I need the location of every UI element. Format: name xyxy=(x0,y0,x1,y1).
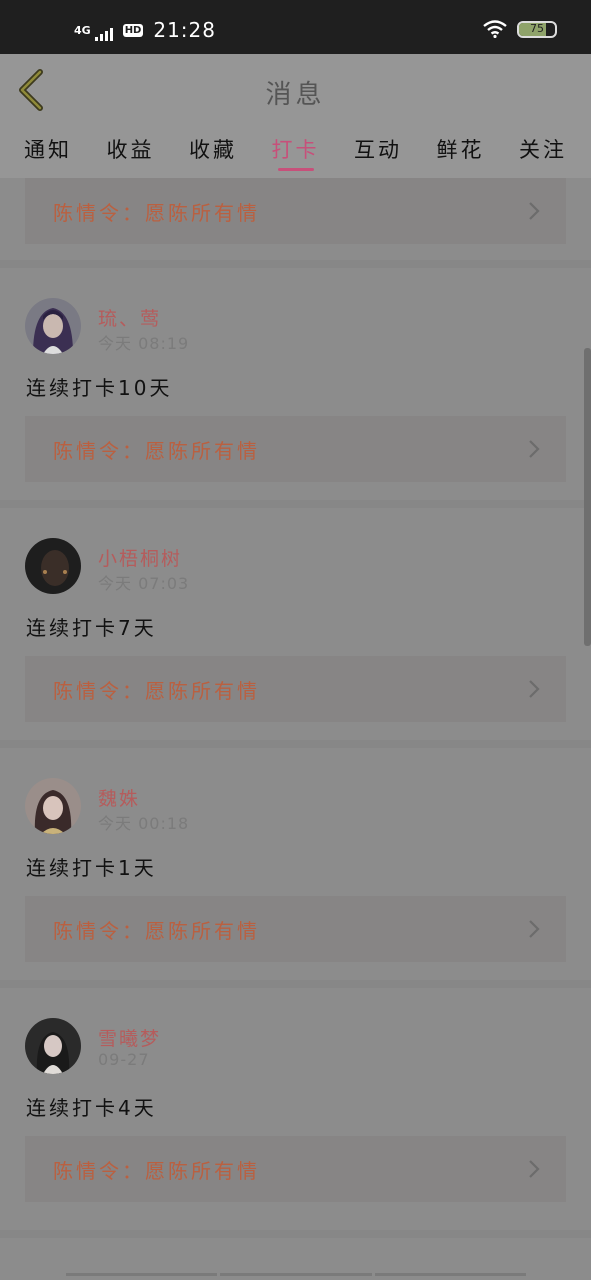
tab-bar: 通知 收益 收藏 打卡 互动 鲜花 关注 xyxy=(0,128,591,178)
avatar[interactable] xyxy=(25,538,81,594)
checkin-message: 连续打卡4天 xyxy=(26,1096,157,1120)
status-left: 4G HD 21:28 xyxy=(74,18,216,42)
status-right: 75 xyxy=(483,20,557,38)
tab-interactions[interactable]: 互动 xyxy=(354,128,402,178)
tab-checkin[interactable]: 打卡 xyxy=(272,128,320,178)
timestamp: 今天 08:19 xyxy=(98,334,190,353)
wifi-icon xyxy=(483,20,507,38)
avatar[interactable] xyxy=(25,298,81,354)
list-item: 雪曦梦 09-27 连续打卡4天 陈情令：愿陈所有情 xyxy=(0,988,591,1238)
checkin-message: 连续打卡7天 xyxy=(26,616,157,640)
book-link[interactable]: 陈情令：愿陈所有情 xyxy=(25,416,566,482)
book-link[interactable]: 陈情令：愿陈所有情 xyxy=(25,896,566,962)
list-item: 琉、莺 今天 08:19 连续打卡10天 陈情令：愿陈所有情 xyxy=(0,268,591,508)
hd-badge: HD xyxy=(122,23,144,37)
chevron-right-icon xyxy=(529,1160,540,1178)
scrollbar[interactable] xyxy=(584,348,591,646)
tab-flowers[interactable]: 鲜花 xyxy=(437,128,485,178)
chevron-right-icon xyxy=(529,920,540,938)
tab-earnings[interactable]: 收益 xyxy=(107,128,155,178)
app-header: 消息 xyxy=(0,54,591,128)
list-item: 魏姝 今天 00:18 连续打卡1天 陈情令：愿陈所有情 xyxy=(0,748,591,988)
book-link-text: 陈情令：愿陈所有情 xyxy=(53,678,260,703)
book-link-text: 陈情令：愿陈所有情 xyxy=(53,918,260,943)
timestamp: 09-27 xyxy=(98,1050,150,1069)
book-link-text: 陈情令：愿陈所有情 xyxy=(53,200,260,225)
book-link[interactable]: 陈情令：愿陈所有情 xyxy=(25,656,566,722)
avatar[interactable] xyxy=(25,1018,81,1074)
user-name[interactable]: 魏姝 xyxy=(98,784,140,811)
battery-icon: 75 xyxy=(517,20,557,38)
list-item: 小梧桐树 今天 07:03 连续打卡7天 陈情令：愿陈所有情 xyxy=(0,508,591,748)
avatar[interactable] xyxy=(25,778,81,834)
battery-level: 75 xyxy=(530,21,544,35)
signal-icon xyxy=(94,27,113,41)
tab-following[interactable]: 关注 xyxy=(519,128,567,178)
user-name[interactable]: 琉、莺 xyxy=(98,304,161,331)
chevron-right-icon xyxy=(529,440,540,458)
timestamp: 今天 00:18 xyxy=(98,814,190,833)
message-list: 陈情令：愿陈所有情 琉、莺 今天 08:19 连续打卡10天 陈情令：愿陈所有情 xyxy=(0,178,591,1280)
network-type: 4G xyxy=(74,23,91,37)
book-link[interactable]: 陈情令：愿陈所有情 xyxy=(25,1136,566,1202)
book-link[interactable]: 陈情令：愿陈所有情 xyxy=(25,178,566,244)
checkin-message: 连续打卡1天 xyxy=(26,856,157,880)
chevron-right-icon xyxy=(529,680,540,698)
user-name[interactable]: 小梧桐树 xyxy=(98,544,182,571)
chevron-right-icon xyxy=(529,202,540,220)
user-name[interactable]: 雪曦梦 xyxy=(98,1024,161,1051)
status-bar: 4G HD 21:28 75 xyxy=(0,0,591,54)
tab-favorites[interactable]: 收藏 xyxy=(189,128,237,178)
timestamp: 今天 07:03 xyxy=(98,574,190,593)
book-link-text: 陈情令：愿陈所有情 xyxy=(53,1158,260,1183)
list-item: 陈情令：愿陈所有情 xyxy=(0,178,591,268)
book-link-text: 陈情令：愿陈所有情 xyxy=(53,438,260,463)
clock: 21:28 xyxy=(153,18,216,42)
page-title: 消息 xyxy=(265,80,326,110)
bottom-divider xyxy=(66,1273,526,1276)
checkin-message: 连续打卡10天 xyxy=(26,376,173,400)
tab-notifications[interactable]: 通知 xyxy=(24,128,72,178)
